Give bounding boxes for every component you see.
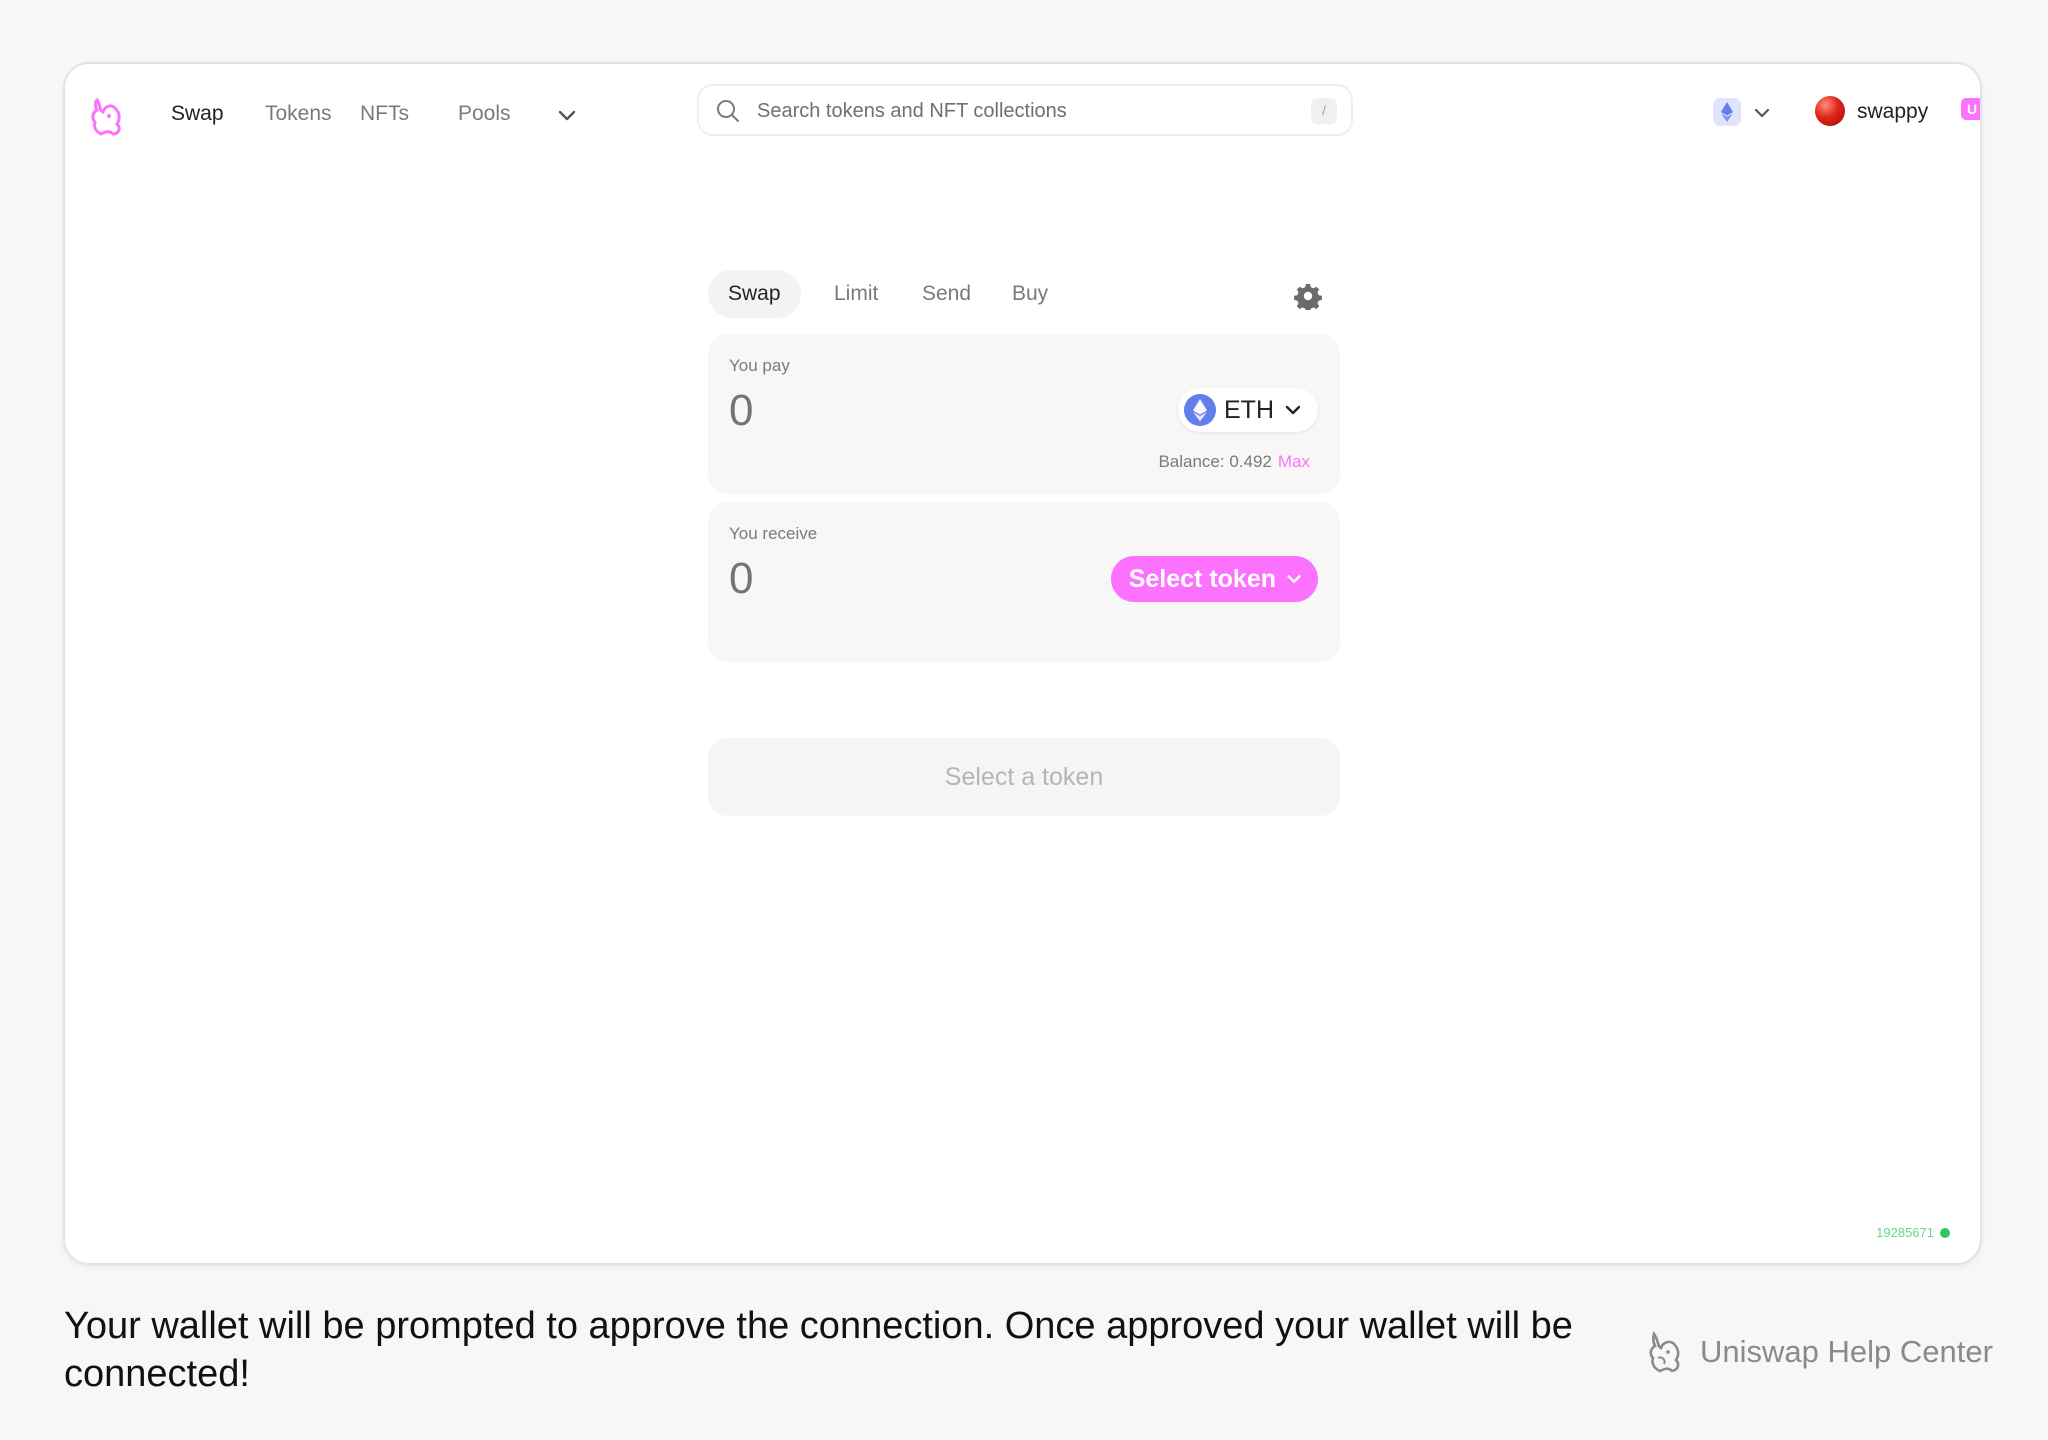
pay-token-symbol: ETH bbox=[1224, 395, 1274, 424]
app-window: Swap Tokens NFTs Pools / bbox=[63, 62, 1982, 1265]
select-token-button[interactable]: Select token bbox=[1110, 556, 1318, 602]
tab-send[interactable]: Send bbox=[902, 270, 991, 318]
receive-label: You receive bbox=[729, 524, 818, 543]
status-dot-icon bbox=[1940, 1227, 1950, 1238]
receive-amount-input[interactable] bbox=[729, 554, 1029, 604]
search-bar[interactable]: / bbox=[697, 84, 1353, 136]
pay-amount-input[interactable] bbox=[729, 386, 1029, 436]
unitag-badge-icon: U bbox=[1961, 98, 1980, 120]
help-center-label: Uniswap Help Center bbox=[1700, 1334, 1993, 1369]
pay-label: You pay bbox=[729, 356, 790, 375]
block-number-status[interactable]: 19285671 bbox=[1876, 1225, 1950, 1240]
nav-swap-link[interactable]: Swap bbox=[171, 102, 224, 126]
settings-gear-icon[interactable] bbox=[1294, 282, 1322, 310]
receive-panel: You receive Select token bbox=[708, 502, 1340, 662]
chevron-down-icon bbox=[1287, 575, 1301, 583]
nav-pools-link[interactable]: Pools bbox=[458, 102, 511, 126]
pay-token-selector[interactable]: ETH bbox=[1178, 388, 1318, 432]
swap-tabs: Swap Limit Send Buy bbox=[708, 270, 1340, 320]
pay-panel: You pay ETH Balance: 0.492 Max bbox=[708, 334, 1340, 494]
nav-tokens-link[interactable]: Tokens bbox=[265, 102, 332, 126]
select-a-token-button[interactable]: Select a token bbox=[708, 738, 1340, 816]
balance-row: Balance: 0.492 Max bbox=[1158, 452, 1310, 472]
search-input[interactable] bbox=[757, 97, 1277, 125]
tab-buy[interactable]: Buy bbox=[992, 270, 1068, 318]
nav-nfts-link[interactable]: NFTs bbox=[360, 102, 409, 126]
balance-text: Balance: 0.492 bbox=[1158, 452, 1272, 471]
search-icon bbox=[717, 100, 739, 122]
network-selector[interactable] bbox=[1713, 94, 1777, 130]
avatar bbox=[1815, 96, 1845, 126]
uniswap-unicorn-icon bbox=[1649, 1330, 1680, 1373]
top-nav: Swap Tokens NFTs Pools / bbox=[65, 64, 1980, 164]
chevron-down-icon bbox=[1754, 108, 1770, 118]
eth-token-icon bbox=[1184, 394, 1216, 426]
account-name: swappy bbox=[1857, 100, 1929, 123]
more-chevron-down-icon[interactable] bbox=[553, 101, 581, 129]
caption-text: Your wallet will be prompted to approve … bbox=[64, 1305, 1573, 1395]
swap-widget: Swap Limit Send Buy You pay ETH bbox=[708, 270, 1340, 816]
tab-limit[interactable]: Limit bbox=[814, 270, 898, 318]
search-shortcut-key: / bbox=[1311, 98, 1337, 124]
tab-swap[interactable]: Swap bbox=[708, 270, 801, 318]
ethereum-network-icon bbox=[1713, 98, 1741, 126]
select-token-label: Select token bbox=[1128, 564, 1276, 593]
max-button[interactable]: Max bbox=[1278, 452, 1310, 471]
chevron-down-icon bbox=[1285, 405, 1301, 415]
block-number: 19285671 bbox=[1876, 1225, 1934, 1240]
uniswap-logo-icon[interactable] bbox=[83, 92, 131, 140]
